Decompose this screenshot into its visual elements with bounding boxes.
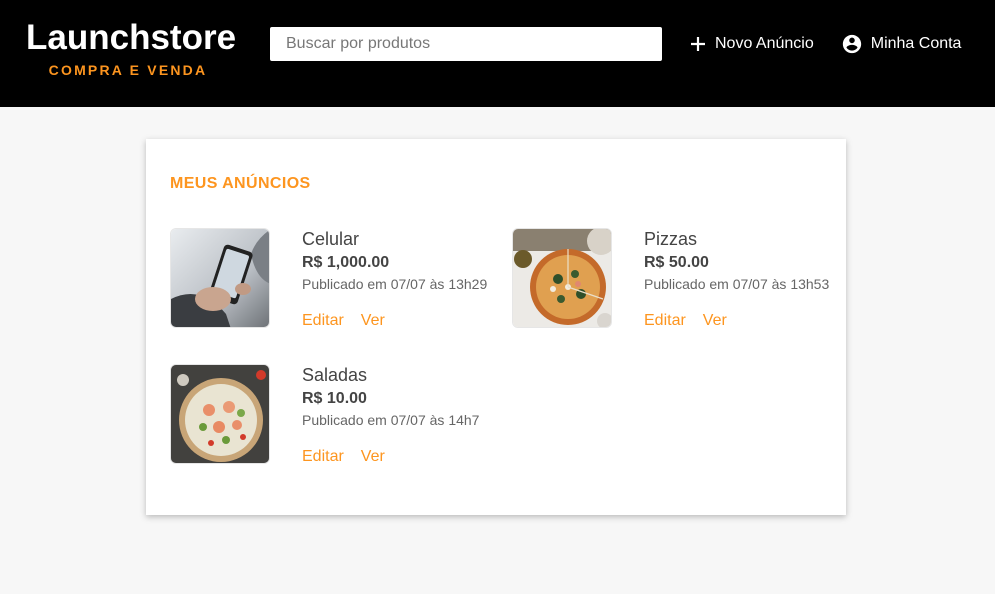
product-image-salad[interactable] — [170, 364, 270, 464]
product-published: Publicado em 07/07 às 13h29 — [302, 276, 488, 292]
product-image-pizza[interactable] — [512, 228, 612, 328]
account-link[interactable]: Minha Conta — [841, 33, 962, 55]
product-price: R$ 50.00 — [644, 254, 709, 271]
product-price: R$ 10.00 — [302, 390, 367, 407]
new-ad-label: Novo Anúncio — [715, 35, 814, 52]
product-actions: Editar Ver — [644, 312, 744, 330]
view-link[interactable]: Ver — [703, 312, 727, 330]
product-published: Publicado em 07/07 às 14h7 — [302, 412, 480, 428]
product-image-phone[interactable] — [170, 228, 270, 328]
product-info: Celular R$ 1,000.00 Publicado em 07/07 à… — [302, 228, 492, 292]
search-input[interactable] — [270, 27, 662, 61]
product-actions: Editar Ver — [302, 448, 402, 466]
product-item-celular: Celular R$ 1,000.00 Publicado em 07/07 à… — [170, 228, 492, 330]
product-name: Pizzas — [644, 229, 698, 249]
account-label: Minha Conta — [870, 35, 962, 52]
header-nav: Novo Anúncio Minha Conta — [689, 33, 961, 55]
product-info: Saladas R$ 10.00 Publicado em 07/07 às 1… — [302, 364, 492, 428]
product-item-pizzas: Pizzas R$ 50.00 Publicado em 07/07 às 13… — [512, 228, 834, 330]
product-name: Saladas — [302, 365, 368, 385]
edit-link[interactable]: Editar — [302, 448, 344, 466]
logo[interactable]: Launchstore COMPRA E VENDA — [26, 20, 236, 78]
logo-title[interactable]: Launchstore — [26, 20, 236, 55]
edit-link[interactable]: Editar — [302, 312, 344, 330]
view-link[interactable]: Ver — [361, 448, 385, 466]
product-published: Publicado em 07/07 às 13h53 — [644, 276, 830, 292]
product-info: Pizzas R$ 50.00 Publicado em 07/07 às 13… — [644, 228, 834, 292]
plus-icon — [691, 37, 705, 51]
new-ad-link[interactable]: Novo Anúncio — [689, 35, 814, 53]
account-circle-icon — [842, 34, 861, 54]
product-item-saladas: Saladas R$ 10.00 Publicado em 07/07 às 1… — [170, 364, 492, 466]
view-link[interactable]: Ver — [361, 312, 385, 330]
product-actions: Editar Ver — [302, 312, 402, 330]
product-price: R$ 1,000.00 — [302, 254, 390, 271]
top-header: Launchstore COMPRA E VENDA Novo Anúncio … — [0, 0, 995, 107]
product-name: Celular — [302, 229, 360, 249]
logo-tagline: COMPRA E VENDA — [48, 61, 208, 78]
section-title: MEUS ANÚNCIOS — [170, 175, 311, 192]
edit-link[interactable]: Editar — [644, 312, 686, 330]
my-ads-card: MEUS ANÚNCIOS Celular R$ 1,000.00 Public… — [146, 139, 846, 515]
